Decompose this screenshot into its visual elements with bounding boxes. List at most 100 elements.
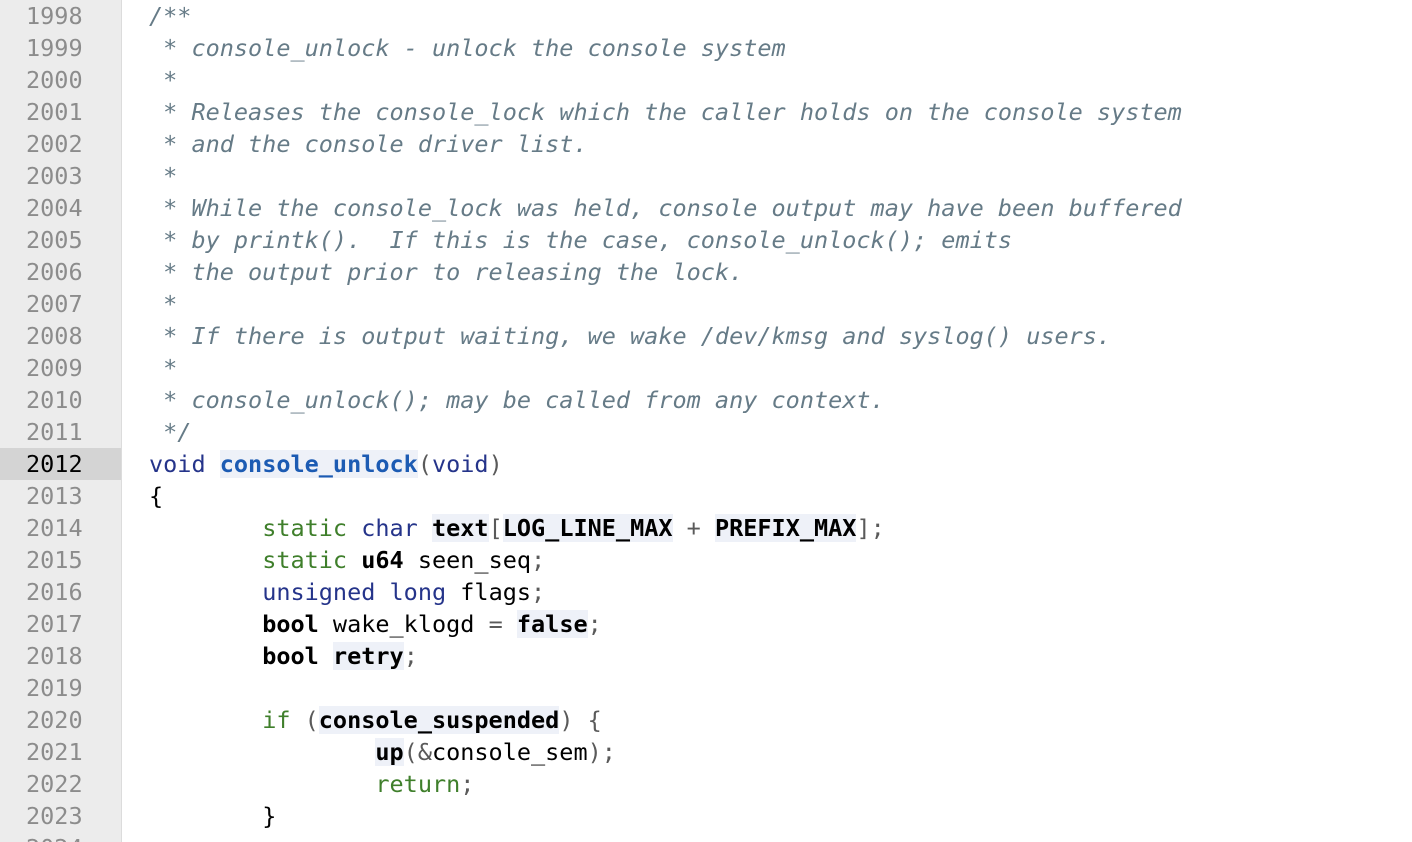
code-token: * console_unlock - unlock the console sy… (149, 34, 786, 62)
line-number-link[interactable]: 2010 (0, 384, 121, 416)
code-token: * console_unlock(); may be called from a… (149, 386, 885, 414)
code-line: 2024 (0, 832, 1412, 842)
line-number-link[interactable]: 2008 (0, 320, 121, 352)
line-number-link[interactable]: 2009 (0, 352, 121, 384)
line-number-link[interactable]: 2013 (0, 480, 121, 512)
line-number-link[interactable]: 2014 (0, 512, 121, 544)
code-line: 2019 (0, 672, 1412, 704)
code-line: 2018 bool retry; (0, 640, 1412, 672)
code-text: up(&console_sem); (149, 736, 616, 768)
code-token: flags (446, 578, 532, 606)
code-token[interactable]: LOG_LINE_MAX (502, 514, 673, 542)
code-line: 1998 /** (0, 0, 1412, 32)
line-number-link[interactable]: 1998 (0, 0, 121, 32)
line-number-link[interactable]: 2023 (0, 800, 121, 832)
code-line: 2013 { (0, 480, 1412, 512)
line-number-link[interactable]: 2002 (0, 128, 121, 160)
code-token: * (149, 66, 178, 94)
code-token: ; (403, 642, 418, 670)
function-name-link[interactable]: console_unlock (219, 450, 418, 478)
code-token: * If there is output waiting, we wake /d… (149, 322, 1112, 350)
line-number-link[interactable]: 2004 (0, 192, 121, 224)
code-token[interactable]: false (516, 610, 588, 638)
code-token: ]; (856, 514, 885, 542)
line-number-link[interactable]: 2018 (0, 640, 121, 672)
code-token: u64 (361, 546, 404, 574)
code-line: 2011 */ (0, 416, 1412, 448)
line-number-link[interactable]: 1999 (0, 32, 121, 64)
line-number-link[interactable]: 2015 (0, 544, 121, 576)
code-line: 2006 * the output prior to releasing the… (0, 256, 1412, 288)
line-number-link[interactable]: 2012 (0, 448, 121, 480)
code-token: [ (488, 514, 503, 542)
code-token: * Releases the console_lock which the ca… (149, 98, 1182, 126)
line-number-link[interactable]: 2020 (0, 704, 121, 736)
code-token: void (431, 450, 489, 478)
code-token: bool (262, 610, 319, 638)
code-text: bool retry; (149, 640, 418, 672)
source-code-viewer: 1998/** 1999 * console_unlock - unlock th… (0, 0, 1412, 842)
line-number-link[interactable]: 2021 (0, 736, 121, 768)
code-line: 2008 * If there is output waiting, we wa… (0, 320, 1412, 352)
line-number-link[interactable]: 2019 (0, 672, 121, 704)
code-token[interactable]: console_suspended (318, 706, 560, 734)
code-line: 2004 * While the console_lock was held, … (0, 192, 1412, 224)
line-number-link[interactable]: 2001 (0, 96, 121, 128)
code-text: */ (149, 416, 191, 448)
code-token: console_sem (431, 738, 588, 766)
line-number-link[interactable]: 2006 (0, 256, 121, 288)
code-text: bool wake_klogd = false; (149, 608, 602, 640)
line-number-link[interactable]: 2003 (0, 160, 121, 192)
code-line: 2016 unsigned long flags; (0, 576, 1412, 608)
code-text: return; (149, 768, 474, 800)
code-token: seen_seq (403, 546, 532, 574)
line-number-link[interactable]: 2022 (0, 768, 121, 800)
code-line: 2009 * (0, 352, 1412, 384)
code-token: + (672, 514, 715, 542)
code-line: 2022 return; (0, 768, 1412, 800)
code-token: char (361, 514, 418, 542)
code-token[interactable]: up (375, 738, 404, 766)
code-text: if (console_suspended) { (149, 704, 602, 736)
code-token: wake_klogd (318, 610, 489, 638)
code-token[interactable]: retry (332, 642, 404, 670)
code-token: */ (149, 418, 192, 446)
code-token: { (149, 482, 164, 510)
line-number-link[interactable]: 2007 (0, 288, 121, 320)
code-token[interactable]: PREFIX_MAX (714, 514, 857, 542)
code-text: * console_unlock(); may be called from a… (149, 384, 885, 416)
code-line: 1999 * console_unlock - unlock the conso… (0, 32, 1412, 64)
line-number-link[interactable]: 2005 (0, 224, 121, 256)
code-token: static (262, 546, 348, 574)
code-line: 2021 up(&console_sem); (0, 736, 1412, 768)
code-line: 2001 * Releases the console_lock which t… (0, 96, 1412, 128)
line-number-link[interactable]: 2000 (0, 64, 121, 96)
code-token: * by printk(). If this is the case, cons… (149, 226, 1013, 254)
code-text: * (149, 352, 177, 384)
line-number-link[interactable]: 2011 (0, 416, 121, 448)
code-text: * the output prior to releasing the lock… (149, 256, 743, 288)
code-line: 2000 * (0, 64, 1412, 96)
code-token: ; (531, 578, 546, 606)
code-token: * While the console_lock was held, conso… (149, 194, 1182, 222)
code-token[interactable]: text (431, 514, 489, 542)
line-number-link[interactable]: 2017 (0, 608, 121, 640)
code-token: (& (403, 738, 432, 766)
code-text: * console_unlock - unlock the console sy… (149, 32, 786, 64)
code-text: * (149, 64, 177, 96)
line-number-link[interactable]: 2016 (0, 576, 121, 608)
code-line: 2023 } (0, 800, 1412, 832)
code-token: static (262, 514, 348, 542)
code-token: unsigned (262, 578, 376, 606)
line-number-link[interactable]: 2024 (0, 832, 121, 842)
code-token: ; (531, 546, 546, 574)
